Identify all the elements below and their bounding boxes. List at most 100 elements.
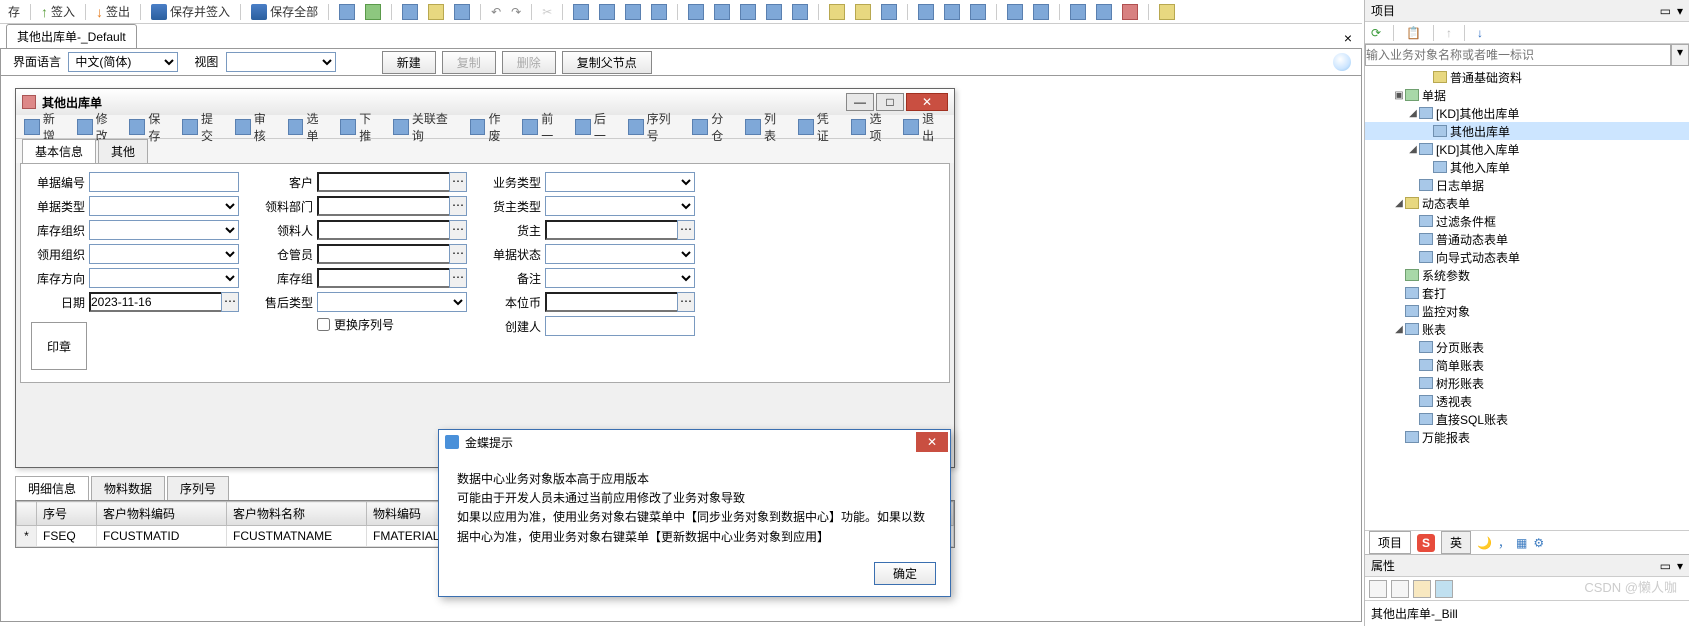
save-signin-button[interactable]: 保存并签入: [147, 2, 234, 21]
iw-btn-16[interactable]: 退出: [899, 109, 950, 145]
tree-node[interactable]: 透视表: [1365, 392, 1689, 410]
tab-basic-info[interactable]: 基本信息: [22, 139, 96, 163]
tb-g2[interactable]: [595, 3, 619, 21]
tb-g5[interactable]: [684, 3, 708, 21]
lookup-icon[interactable]: ⋯: [449, 244, 467, 264]
tb-g19[interactable]: [1092, 3, 1116, 21]
tb-g6[interactable]: [710, 3, 734, 21]
tb-g18[interactable]: [1066, 3, 1090, 21]
copy-parent-button[interactable]: 复制父节点: [562, 51, 652, 74]
signin-button[interactable]: ↑签入: [37, 2, 79, 21]
iw-btn-7[interactable]: 关联查询: [389, 109, 464, 145]
ime-icon-1[interactable]: 🌙: [1477, 536, 1492, 550]
tree-node[interactable]: ◢[KD]其他出库单: [1365, 104, 1689, 122]
signout-button[interactable]: ↓签出: [92, 2, 134, 21]
select-stockorg[interactable]: [89, 220, 239, 240]
input-picker[interactable]: [317, 220, 449, 240]
search-input[interactable]: [1365, 44, 1671, 66]
prop-sort-icon[interactable]: [1391, 580, 1409, 598]
select-stockdir[interactable]: [89, 268, 239, 288]
tb-g16[interactable]: [1003, 3, 1027, 21]
tree-node[interactable]: ◢动态表单: [1365, 194, 1689, 212]
prop-page-icon[interactable]: [1413, 580, 1431, 598]
tab-close-icon[interactable]: ×: [1344, 30, 1352, 46]
tree-node[interactable]: ◢[KD]其他入库单: [1365, 140, 1689, 158]
tree-node[interactable]: 树形账表: [1365, 374, 1689, 392]
select-status[interactable]: [545, 244, 695, 264]
search-dropdown-icon[interactable]: ▾: [1671, 44, 1689, 66]
tree-node[interactable]: 普通动态表单: [1365, 230, 1689, 248]
tb-g11[interactable]: [851, 3, 875, 21]
iw-btn-10[interactable]: 后一: [571, 109, 622, 145]
input-customer[interactable]: [317, 172, 449, 192]
tree-toggle-icon[interactable]: ▣: [1393, 90, 1405, 101]
iw-btn-8[interactable]: 作废: [466, 109, 517, 145]
tree-node[interactable]: ◢账表: [1365, 320, 1689, 338]
iw-btn-5[interactable]: 选单: [284, 109, 335, 145]
stamp-box[interactable]: 印章: [31, 322, 87, 370]
ime-icon-2[interactable]: ，: [1498, 534, 1510, 551]
tree-node[interactable]: 分页账表: [1365, 338, 1689, 356]
pin-icon[interactable]: ▭: [1660, 559, 1671, 573]
tb-g10[interactable]: [825, 3, 849, 21]
new-button[interactable]: 新建: [382, 51, 436, 74]
tb-g1[interactable]: [569, 3, 593, 21]
tree-node[interactable]: 过滤条件框: [1365, 212, 1689, 230]
tree-node[interactable]: 日志单据: [1365, 176, 1689, 194]
tb-g17[interactable]: [1029, 3, 1053, 21]
select-useorg[interactable]: [89, 244, 239, 264]
select-ownertype[interactable]: [545, 196, 695, 216]
view-select[interactable]: [226, 52, 336, 72]
input-dept[interactable]: [317, 196, 449, 216]
lookup-icon[interactable]: ⋯: [449, 268, 467, 288]
input-stockgroup[interactable]: [317, 268, 449, 288]
dropdown-icon[interactable]: ▾: [1677, 559, 1683, 573]
tab-project[interactable]: 项目: [1369, 531, 1411, 554]
tb-g8[interactable]: [762, 3, 786, 21]
prop-cat-icon[interactable]: [1369, 580, 1387, 598]
lookup-icon[interactable]: ⋯: [449, 220, 467, 240]
input-billno[interactable]: [89, 172, 239, 192]
date-picker-icon[interactable]: ⋯: [221, 292, 239, 312]
iw-btn-12[interactable]: 分仓: [688, 109, 739, 145]
input-date[interactable]: [89, 292, 221, 312]
iw-btn-15[interactable]: 选项: [847, 109, 898, 145]
input-owner[interactable]: [545, 220, 677, 240]
ime-icon-3[interactable]: ▦: [1516, 536, 1527, 550]
input-note[interactable]: [545, 268, 695, 288]
select-aftertype[interactable]: [317, 292, 467, 312]
iw-btn-3[interactable]: 提交: [178, 109, 229, 145]
tree-node[interactable]: 套打: [1365, 284, 1689, 302]
down-icon[interactable]: ↓: [1477, 26, 1483, 40]
tb-g3[interactable]: [621, 3, 645, 21]
iw-btn-13[interactable]: 列表: [741, 109, 792, 145]
input-keeper[interactable]: [317, 244, 449, 264]
tree-node[interactable]: 简单账表: [1365, 356, 1689, 374]
delete-button[interactable]: 删除: [502, 51, 556, 74]
iw-btn-9[interactable]: 前一: [518, 109, 569, 145]
tree-toggle-icon[interactable]: ◢: [1393, 324, 1405, 335]
tb-icon-3[interactable]: [398, 3, 422, 21]
select-billtype[interactable]: [89, 196, 239, 216]
tb-icon-5[interactable]: [450, 3, 474, 21]
pin-icon[interactable]: ▭: [1660, 4, 1671, 18]
up-icon[interactable]: ↑: [1446, 26, 1452, 40]
lang-select[interactable]: 中文(简体): [68, 52, 178, 72]
tb-g9[interactable]: [788, 3, 812, 21]
save-button[interactable]: 存: [4, 2, 24, 21]
input-creator[interactable]: [545, 316, 695, 336]
tb-g15[interactable]: [966, 3, 990, 21]
tb-icon-2[interactable]: [361, 3, 385, 21]
lookup-icon[interactable]: ⋯: [677, 220, 695, 240]
dialog-close-button[interactable]: ✕: [916, 432, 948, 452]
refresh-icon[interactable]: ⟳: [1371, 26, 1381, 40]
tree-node[interactable]: 直接SQL账表: [1365, 410, 1689, 428]
tree-node[interactable]: ▣单据: [1365, 86, 1689, 104]
sogou-ime-icon[interactable]: S: [1417, 534, 1435, 552]
iw-btn-11[interactable]: 序列号: [624, 109, 687, 145]
tb-g20[interactable]: [1118, 3, 1142, 21]
detail-tab-1[interactable]: 物料数据: [91, 476, 165, 500]
lookup-icon[interactable]: ⋯: [677, 292, 695, 312]
hint-bulb-icon[interactable]: [1333, 53, 1351, 71]
tb-g7[interactable]: [736, 3, 760, 21]
